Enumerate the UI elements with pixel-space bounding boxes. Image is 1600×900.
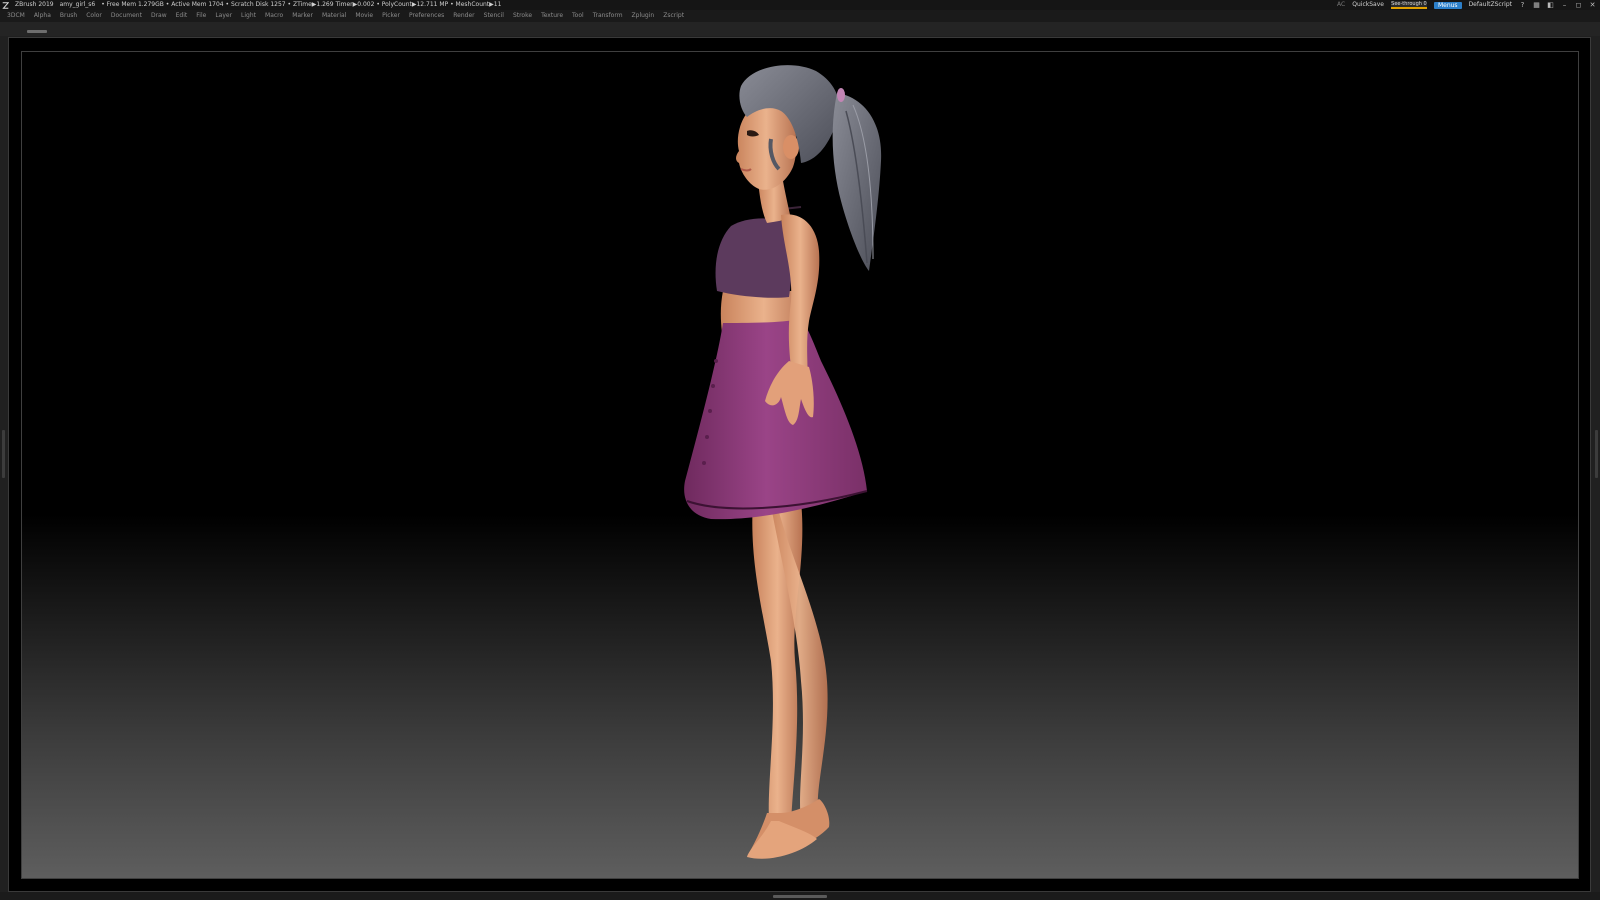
menu-item-texture[interactable]: Texture — [541, 10, 563, 22]
menu-item-file[interactable]: File — [196, 10, 206, 22]
menu-item-render[interactable]: Render — [453, 10, 474, 22]
menu-item-preferences[interactable]: Preferences — [409, 10, 444, 22]
lock-icon[interactable]: ◧ — [1547, 1, 1554, 9]
menu-item-stroke[interactable]: Stroke — [513, 10, 532, 22]
skirt — [684, 319, 867, 520]
title-bar: ZBrush 2019 amy_girl_s6 • Free Mem 1.279… — [0, 0, 1600, 10]
sculpt-figure[interactable] — [22, 52, 1579, 879]
menu-item-color[interactable]: Color — [86, 10, 102, 22]
minimize-icon[interactable]: – — [1561, 1, 1568, 9]
crop-top — [715, 218, 792, 298]
menu-item-3dcm[interactable]: 3DCM — [7, 10, 25, 22]
document-canvas[interactable] — [21, 51, 1579, 879]
menu-item-zscript[interactable]: Zscript — [663, 10, 684, 22]
menu-item-stencil[interactable]: Stencil — [484, 10, 504, 22]
file-name: amy_girl_s6 — [59, 1, 96, 8]
seethrough-fill — [1390, 7, 1427, 9]
menu-item-alpha[interactable]: Alpha — [34, 10, 51, 22]
menu-item-zplugin[interactable]: Zplugin — [632, 10, 655, 22]
legs — [747, 501, 830, 859]
menu-item-layer[interactable]: Layer — [215, 10, 232, 22]
menu-item-brush[interactable]: Brush — [60, 10, 77, 22]
menu-item-light[interactable]: Light — [241, 10, 256, 22]
menus-button[interactable]: Menus — [1433, 1, 1462, 9]
help-icon[interactable]: ? — [1519, 1, 1526, 9]
zbrush-logo-icon — [2, 2, 9, 9]
menu-item-picker[interactable]: Picker — [382, 10, 400, 22]
menu-item-macro[interactable]: Macro — [265, 10, 283, 22]
close-icon[interactable]: ✕ — [1589, 1, 1596, 9]
menu-item-transform[interactable]: Transform — [593, 10, 623, 22]
menu-item-document[interactable]: Document — [111, 10, 142, 22]
maximize-icon[interactable]: ◻ — [1575, 1, 1582, 9]
menu-item-draw[interactable]: Draw — [151, 10, 167, 22]
title-right-group: AC QuickSave See-through 0 Menus Default… — [1337, 0, 1596, 10]
menu-item-tool[interactable]: Tool — [572, 10, 584, 22]
memory-stats: • Free Mem 1.279GB • Active Mem 1704 • S… — [101, 1, 502, 8]
menu-item-movie[interactable]: Movie — [355, 10, 373, 22]
app-name: ZBrush 2019 — [15, 1, 54, 8]
ear — [783, 135, 799, 159]
title-left-group: ZBrush 2019 amy_girl_s6 • Free Mem 1.279… — [2, 0, 501, 10]
main-menu-bar: 3DCM Alpha Brush Color Document Draw Edi… — [0, 10, 1600, 22]
top-shelf-handle[interactable] — [27, 30, 47, 33]
menu-item-marker[interactable]: Marker — [292, 10, 313, 22]
layout-icon[interactable]: ▦ — [1533, 1, 1540, 9]
quicksave-button[interactable]: QuickSave — [1352, 0, 1384, 10]
bottom-tray-handle[interactable] — [773, 895, 827, 898]
right-tray-handle[interactable] — [1595, 430, 1598, 478]
menu-item-edit[interactable]: Edit — [176, 10, 188, 22]
zbrush-window: ZBrush 2019 amy_girl_s6 • Free Mem 1.279… — [0, 0, 1600, 900]
ac-label[interactable]: AC — [1337, 0, 1345, 10]
default-zscript-button[interactable]: DefaultZScript — [1469, 0, 1512, 10]
seethrough-slider[interactable]: See-through 0 — [1390, 1, 1427, 9]
left-tray-handle[interactable] — [2, 430, 5, 478]
top-shelf — [0, 22, 1600, 36]
menu-item-material[interactable]: Material — [322, 10, 346, 22]
